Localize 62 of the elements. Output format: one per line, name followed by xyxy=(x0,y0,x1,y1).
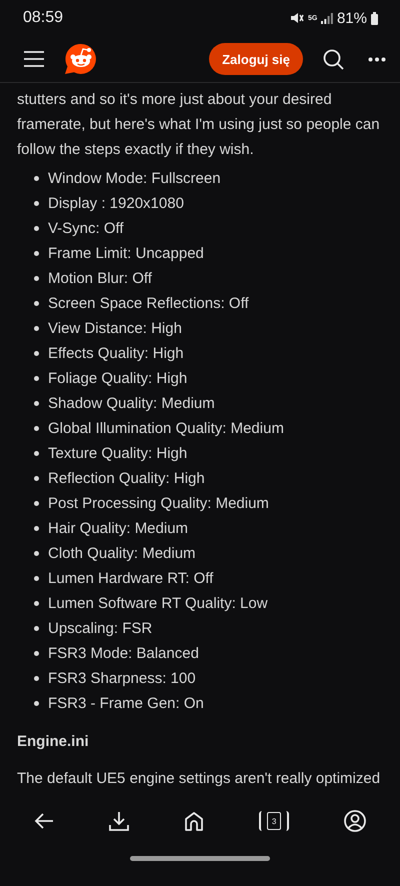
bullet-icon xyxy=(34,326,39,331)
setting-item: Motion Blur: Off xyxy=(48,270,152,287)
bullet-icon xyxy=(34,201,39,206)
bullet-icon xyxy=(34,526,39,531)
bullet-icon xyxy=(34,276,39,281)
setting-item: Window Mode: Fullscreen xyxy=(48,170,221,187)
setting-item: Post Processing Quality: Medium xyxy=(48,495,269,512)
menu-icon[interactable] xyxy=(24,51,44,67)
bullet-icon xyxy=(34,251,39,256)
setting-item: FSR3 - Frame Gen: On xyxy=(48,695,204,712)
alien-logo-icon[interactable] xyxy=(64,42,98,76)
post-paragraph: The default UE5 engine settings aren't really optimized xyxy=(17,769,382,789)
bullet-icon xyxy=(34,626,39,631)
post-paragraph: stutters and so it's more just about your desired framerate, but here's what I'm using just so people can follow the steps exactly if they wish. xyxy=(17,90,381,160)
setting-item: Lumen Hardware RT: Off xyxy=(48,570,214,587)
setting-item: Frame Limit: Uncapped xyxy=(48,245,204,262)
bullet-icon xyxy=(34,301,39,306)
setting-item: Texture Quality: High xyxy=(48,445,188,462)
setting-item: FSR3 Mode: Balanced xyxy=(48,645,199,662)
battery-icon xyxy=(371,12,378,24)
more-icon[interactable] xyxy=(368,56,386,62)
bullet-icon xyxy=(34,426,39,431)
setting-item: Display : 1920x1080 xyxy=(48,195,184,212)
bullet-icon xyxy=(34,176,39,181)
bullet-icon xyxy=(34,676,39,681)
setting-item: FSR3 Sharpness: 100 xyxy=(48,670,196,687)
bullet-icon xyxy=(34,351,39,356)
bullet-icon xyxy=(34,601,39,606)
bullet-icon xyxy=(34,401,39,406)
bullet-icon xyxy=(34,376,39,381)
signal-icon xyxy=(320,12,333,24)
bullet-icon xyxy=(34,226,39,231)
bullet-icon xyxy=(34,451,39,456)
setting-item: Screen Space Reflections: Off xyxy=(48,295,249,312)
setting-item: Foliage Quality: High xyxy=(48,370,188,387)
home-icon[interactable] xyxy=(184,811,204,831)
section-heading: Engine.ini xyxy=(17,733,90,752)
setting-item: Global Illumination Quality: Medium xyxy=(48,420,284,437)
bullet-icon xyxy=(34,701,39,706)
setting-item: Cloth Quality: Medium xyxy=(48,545,196,562)
bullet-icon xyxy=(34,576,39,581)
back-icon[interactable] xyxy=(34,812,54,830)
search-icon[interactable] xyxy=(323,48,344,70)
setting-item: View Distance: High xyxy=(48,320,182,337)
battery-percent: 81% xyxy=(336,10,367,26)
setting-item: Effects Quality: High xyxy=(48,345,184,362)
bullet-icon xyxy=(34,501,39,506)
login-button[interactable]: Zaloguj się xyxy=(209,43,303,75)
setting-item: Reflection Quality: High xyxy=(48,470,205,487)
tabs-button[interactable]: 3 xyxy=(259,811,290,831)
setting-item: Hair Quality: Medium xyxy=(48,520,188,537)
bullet-icon xyxy=(34,651,39,656)
download-icon[interactable] xyxy=(108,811,129,831)
setting-item: V-Sync: Off xyxy=(48,220,124,237)
setting-item: Upscaling: FSR xyxy=(48,620,152,637)
setting-item: Lumen Software RT Quality: Low xyxy=(48,595,268,612)
profile-icon[interactable] xyxy=(344,810,366,832)
setting-item: Shadow Quality: Medium xyxy=(48,395,215,412)
clock: 08:59 xyxy=(23,9,64,27)
bullet-icon xyxy=(34,476,39,481)
mute-icon xyxy=(290,12,304,24)
bullet-icon xyxy=(34,551,39,556)
